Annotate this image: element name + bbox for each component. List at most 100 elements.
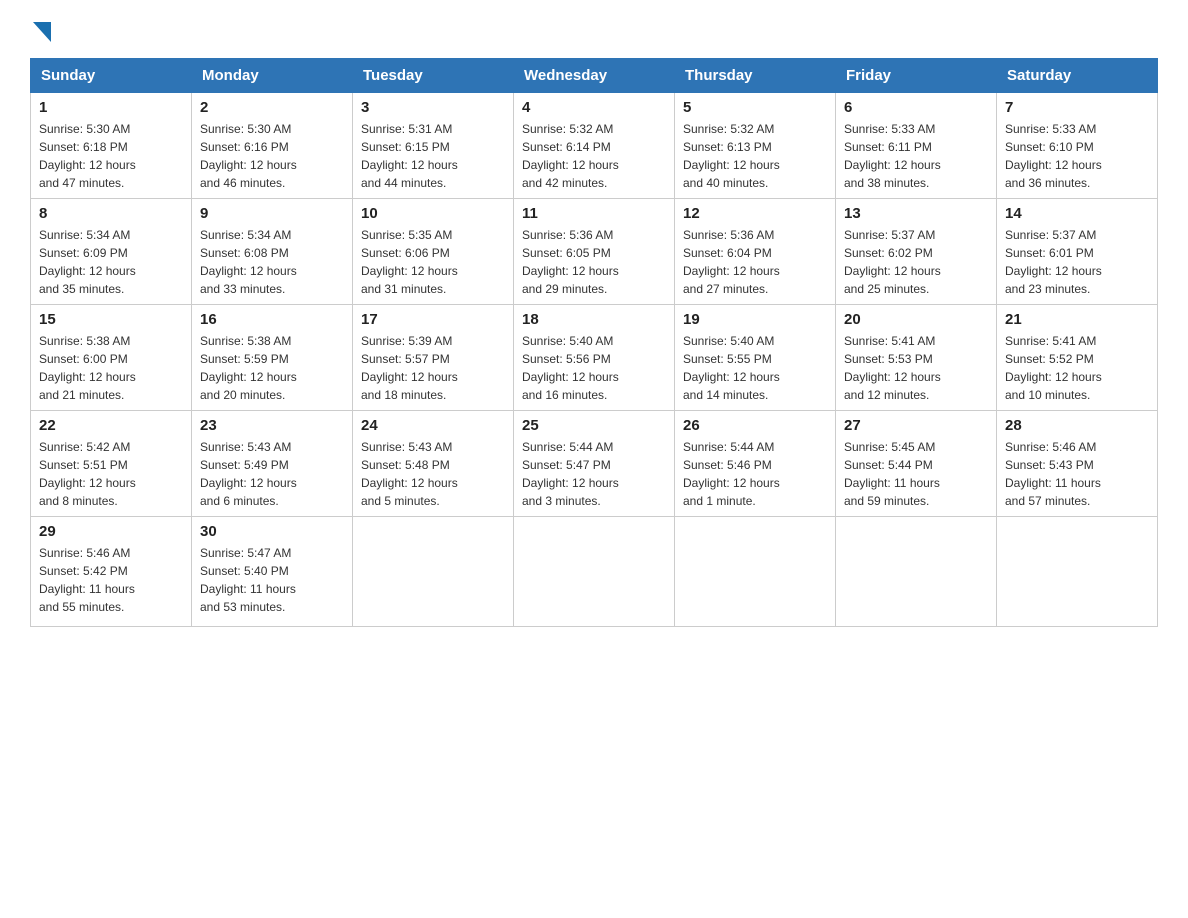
calendar-table: SundayMondayTuesdayWednesdayThursdayFrid… bbox=[30, 58, 1158, 627]
day-number: 30 bbox=[200, 523, 344, 540]
calendar-cell: 12 Sunrise: 5:36 AMSunset: 6:04 PMDaylig… bbox=[675, 199, 836, 305]
calendar-cell bbox=[353, 517, 514, 627]
calendar-row-5: 29 Sunrise: 5:46 AMSunset: 5:42 PMDaylig… bbox=[31, 517, 1158, 627]
calendar-cell: 25 Sunrise: 5:44 AMSunset: 5:47 PMDaylig… bbox=[514, 411, 675, 517]
day-number: 23 bbox=[200, 417, 344, 434]
day-number: 18 bbox=[522, 311, 666, 328]
calendar-cell: 29 Sunrise: 5:46 AMSunset: 5:42 PMDaylig… bbox=[31, 517, 192, 627]
calendar-row-3: 15 Sunrise: 5:38 AMSunset: 6:00 PMDaylig… bbox=[31, 305, 1158, 411]
day-number: 4 bbox=[522, 99, 666, 116]
calendar-cell: 13 Sunrise: 5:37 AMSunset: 6:02 PMDaylig… bbox=[836, 199, 997, 305]
day-number: 13 bbox=[844, 205, 988, 222]
day-number: 8 bbox=[39, 205, 183, 222]
day-number: 14 bbox=[1005, 205, 1149, 222]
day-info: Sunrise: 5:38 AMSunset: 6:00 PMDaylight:… bbox=[39, 332, 183, 404]
day-number: 1 bbox=[39, 99, 183, 116]
calendar-cell: 9 Sunrise: 5:34 AMSunset: 6:08 PMDayligh… bbox=[192, 199, 353, 305]
day-number: 26 bbox=[683, 417, 827, 434]
calendar-cell: 20 Sunrise: 5:41 AMSunset: 5:53 PMDaylig… bbox=[836, 305, 997, 411]
day-info: Sunrise: 5:30 AMSunset: 6:18 PMDaylight:… bbox=[39, 120, 183, 192]
calendar-cell: 22 Sunrise: 5:42 AMSunset: 5:51 PMDaylig… bbox=[31, 411, 192, 517]
day-info: Sunrise: 5:43 AMSunset: 5:48 PMDaylight:… bbox=[361, 438, 505, 510]
day-info: Sunrise: 5:40 AMSunset: 5:56 PMDaylight:… bbox=[522, 332, 666, 404]
page-header bbox=[30, 20, 1158, 42]
header-wednesday: Wednesday bbox=[514, 59, 675, 93]
day-number: 29 bbox=[39, 523, 183, 540]
day-info: Sunrise: 5:47 AMSunset: 5:40 PMDaylight:… bbox=[200, 544, 344, 616]
day-info: Sunrise: 5:44 AMSunset: 5:46 PMDaylight:… bbox=[683, 438, 827, 510]
day-info: Sunrise: 5:37 AMSunset: 6:02 PMDaylight:… bbox=[844, 226, 988, 298]
calendar-cell: 4 Sunrise: 5:32 AMSunset: 6:14 PMDayligh… bbox=[514, 93, 675, 199]
day-info: Sunrise: 5:46 AMSunset: 5:43 PMDaylight:… bbox=[1005, 438, 1149, 510]
day-number: 10 bbox=[361, 205, 505, 222]
logo-arrow-icon bbox=[33, 22, 51, 42]
day-info: Sunrise: 5:38 AMSunset: 5:59 PMDaylight:… bbox=[200, 332, 344, 404]
day-info: Sunrise: 5:41 AMSunset: 5:52 PMDaylight:… bbox=[1005, 332, 1149, 404]
day-info: Sunrise: 5:35 AMSunset: 6:06 PMDaylight:… bbox=[361, 226, 505, 298]
day-number: 28 bbox=[1005, 417, 1149, 434]
header-sunday: Sunday bbox=[31, 59, 192, 93]
calendar-cell: 3 Sunrise: 5:31 AMSunset: 6:15 PMDayligh… bbox=[353, 93, 514, 199]
day-info: Sunrise: 5:37 AMSunset: 6:01 PMDaylight:… bbox=[1005, 226, 1149, 298]
calendar-row-1: 1 Sunrise: 5:30 AMSunset: 6:18 PMDayligh… bbox=[31, 93, 1158, 199]
day-info: Sunrise: 5:32 AMSunset: 6:13 PMDaylight:… bbox=[683, 120, 827, 192]
calendar-cell: 21 Sunrise: 5:41 AMSunset: 5:52 PMDaylig… bbox=[997, 305, 1158, 411]
calendar-cell: 11 Sunrise: 5:36 AMSunset: 6:05 PMDaylig… bbox=[514, 199, 675, 305]
day-number: 21 bbox=[1005, 311, 1149, 328]
day-number: 24 bbox=[361, 417, 505, 434]
calendar-cell: 2 Sunrise: 5:30 AMSunset: 6:16 PMDayligh… bbox=[192, 93, 353, 199]
calendar-cell: 18 Sunrise: 5:40 AMSunset: 5:56 PMDaylig… bbox=[514, 305, 675, 411]
calendar-cell: 14 Sunrise: 5:37 AMSunset: 6:01 PMDaylig… bbox=[997, 199, 1158, 305]
day-number: 16 bbox=[200, 311, 344, 328]
day-number: 6 bbox=[844, 99, 988, 116]
calendar-cell: 28 Sunrise: 5:46 AMSunset: 5:43 PMDaylig… bbox=[997, 411, 1158, 517]
calendar-cell: 16 Sunrise: 5:38 AMSunset: 5:59 PMDaylig… bbox=[192, 305, 353, 411]
header-saturday: Saturday bbox=[997, 59, 1158, 93]
day-number: 9 bbox=[200, 205, 344, 222]
header-monday: Monday bbox=[192, 59, 353, 93]
calendar-cell: 7 Sunrise: 5:33 AMSunset: 6:10 PMDayligh… bbox=[997, 93, 1158, 199]
day-info: Sunrise: 5:34 AMSunset: 6:08 PMDaylight:… bbox=[200, 226, 344, 298]
calendar-cell: 1 Sunrise: 5:30 AMSunset: 6:18 PMDayligh… bbox=[31, 93, 192, 199]
header-thursday: Thursday bbox=[675, 59, 836, 93]
logo bbox=[30, 20, 53, 42]
calendar-cell: 15 Sunrise: 5:38 AMSunset: 6:00 PMDaylig… bbox=[31, 305, 192, 411]
day-number: 22 bbox=[39, 417, 183, 434]
day-info: Sunrise: 5:43 AMSunset: 5:49 PMDaylight:… bbox=[200, 438, 344, 510]
calendar-cell bbox=[675, 517, 836, 627]
day-number: 25 bbox=[522, 417, 666, 434]
day-info: Sunrise: 5:41 AMSunset: 5:53 PMDaylight:… bbox=[844, 332, 988, 404]
calendar-cell: 24 Sunrise: 5:43 AMSunset: 5:48 PMDaylig… bbox=[353, 411, 514, 517]
day-info: Sunrise: 5:36 AMSunset: 6:05 PMDaylight:… bbox=[522, 226, 666, 298]
day-info: Sunrise: 5:34 AMSunset: 6:09 PMDaylight:… bbox=[39, 226, 183, 298]
day-info: Sunrise: 5:30 AMSunset: 6:16 PMDaylight:… bbox=[200, 120, 344, 192]
day-info: Sunrise: 5:46 AMSunset: 5:42 PMDaylight:… bbox=[39, 544, 183, 616]
day-number: 19 bbox=[683, 311, 827, 328]
calendar-row-4: 22 Sunrise: 5:42 AMSunset: 5:51 PMDaylig… bbox=[31, 411, 1158, 517]
day-number: 12 bbox=[683, 205, 827, 222]
day-number: 5 bbox=[683, 99, 827, 116]
header-tuesday: Tuesday bbox=[353, 59, 514, 93]
day-info: Sunrise: 5:44 AMSunset: 5:47 PMDaylight:… bbox=[522, 438, 666, 510]
calendar-cell: 5 Sunrise: 5:32 AMSunset: 6:13 PMDayligh… bbox=[675, 93, 836, 199]
calendar-cell bbox=[836, 517, 997, 627]
day-number: 11 bbox=[522, 205, 666, 222]
day-info: Sunrise: 5:33 AMSunset: 6:11 PMDaylight:… bbox=[844, 120, 988, 192]
day-number: 15 bbox=[39, 311, 183, 328]
calendar-cell bbox=[514, 517, 675, 627]
calendar-cell: 10 Sunrise: 5:35 AMSunset: 6:06 PMDaylig… bbox=[353, 199, 514, 305]
calendar-cell: 30 Sunrise: 5:47 AMSunset: 5:40 PMDaylig… bbox=[192, 517, 353, 627]
calendar-cell: 17 Sunrise: 5:39 AMSunset: 5:57 PMDaylig… bbox=[353, 305, 514, 411]
day-number: 17 bbox=[361, 311, 505, 328]
day-number: 7 bbox=[1005, 99, 1149, 116]
calendar-cell: 27 Sunrise: 5:45 AMSunset: 5:44 PMDaylig… bbox=[836, 411, 997, 517]
day-info: Sunrise: 5:36 AMSunset: 6:04 PMDaylight:… bbox=[683, 226, 827, 298]
calendar-cell: 8 Sunrise: 5:34 AMSunset: 6:09 PMDayligh… bbox=[31, 199, 192, 305]
day-number: 20 bbox=[844, 311, 988, 328]
header-friday: Friday bbox=[836, 59, 997, 93]
calendar-cell bbox=[997, 517, 1158, 627]
day-number: 3 bbox=[361, 99, 505, 116]
day-info: Sunrise: 5:32 AMSunset: 6:14 PMDaylight:… bbox=[522, 120, 666, 192]
day-number: 27 bbox=[844, 417, 988, 434]
day-info: Sunrise: 5:40 AMSunset: 5:55 PMDaylight:… bbox=[683, 332, 827, 404]
